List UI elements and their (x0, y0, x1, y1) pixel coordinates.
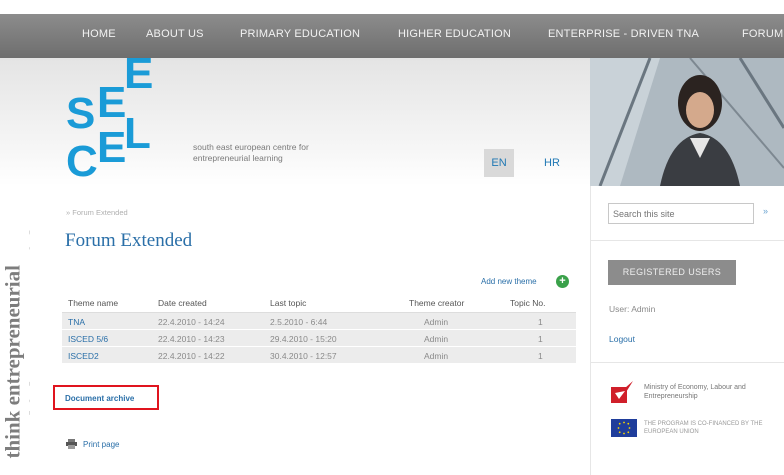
theme-name-link[interactable]: TNA (68, 317, 85, 327)
search-box[interactable] (608, 203, 754, 224)
divider (591, 240, 784, 241)
language-hr[interactable]: HR (537, 149, 567, 177)
svg-text:C: C (66, 137, 98, 184)
seecel-logo[interactable]: S E E C E L (60, 49, 170, 186)
registered-users-heading: REGISTERED USERS (608, 260, 736, 285)
svg-text:E: E (97, 123, 126, 172)
side-banner: think entrepreneurial think entrepreneur… (0, 195, 31, 475)
ministry-logo-icon[interactable] (611, 381, 633, 403)
column-header-theme-name[interactable]: Theme name (68, 298, 118, 308)
breadcrumb[interactable]: » Forum Extended (66, 208, 128, 217)
table-row[interactable]: TNA 22.4.2010 - 14:24 2.5.2010 - 6:44 Ad… (62, 313, 576, 330)
column-header-date-created[interactable]: Date created (158, 298, 207, 308)
nav-home[interactable]: HOME (82, 28, 116, 40)
site-tagline: south east european centre for entrepren… (193, 142, 309, 163)
divider (591, 362, 784, 363)
right-sidebar: » REGISTERED USERS User: Admin Logout Mi… (590, 186, 784, 475)
top-navigation: HOME ABOUT US PRIMARY EDUCATION HIGHER E… (0, 14, 784, 58)
printer-icon (66, 439, 77, 449)
nav-enterprise-driven-tna[interactable]: ENTERPRISE - DRIVEN TNA (548, 28, 699, 40)
nav-primary-education[interactable]: PRIMARY EDUCATION (240, 28, 360, 40)
svg-text:E: E (97, 78, 126, 127)
theme-creator: Admin (424, 317, 449, 327)
theme-name-link[interactable]: ISCED 5/6 (68, 334, 108, 344)
add-new-theme-link[interactable]: Add new theme (481, 277, 537, 286)
date-created: 22.4.2010 - 14:23 (158, 334, 225, 344)
column-header-last-topic[interactable]: Last topic (270, 298, 306, 308)
topic-count: 1 (538, 317, 543, 327)
date-created: 22.4.2010 - 14:24 (158, 317, 225, 327)
column-header-topic-no[interactable]: Topic No. (510, 298, 545, 308)
forum-themes-table: Theme name Date created Last topic Theme… (62, 293, 576, 364)
last-topic: 29.4.2010 - 15:20 (270, 334, 337, 344)
last-topic: 2.5.2010 - 6:44 (270, 317, 328, 327)
table-row[interactable]: ISCED2 22.4.2010 - 14:22 30.4.2010 - 12:… (62, 347, 576, 364)
eu-cofinanced-text: THE PROGRAM IS CO-FINANCED BY THE EUROPE… (644, 421, 763, 435)
side-banner-text: think entrepreneurial (0, 265, 25, 459)
last-topic: 30.4.2010 - 12:57 (270, 351, 337, 361)
svg-text:E: E (124, 58, 153, 98)
current-user: User: Admin (609, 304, 656, 314)
theme-creator: Admin (424, 351, 449, 361)
print-page-link[interactable]: Print page (66, 439, 119, 449)
svg-text:S: S (66, 89, 95, 138)
header-photo (590, 58, 784, 186)
topic-count: 1 (538, 351, 543, 361)
search-input[interactable] (609, 204, 753, 224)
logout-link[interactable]: Logout (609, 334, 635, 344)
table-header: Theme name Date created Last topic Theme… (62, 293, 576, 313)
search-go-button[interactable]: » (763, 206, 768, 216)
column-header-theme-creator[interactable]: Theme creator (409, 298, 464, 308)
document-archive-highlight: Document archive (53, 385, 159, 410)
topic-count: 1 (538, 334, 543, 344)
nav-higher-education[interactable]: HIGHER EDUCATION (398, 28, 511, 40)
nav-forum[interactable]: FORUM (742, 28, 783, 40)
add-icon[interactable]: + (556, 275, 569, 288)
theme-creator: Admin (424, 334, 449, 344)
eu-flag-icon[interactable] (611, 419, 637, 437)
theme-name-link[interactable]: ISCED2 (68, 351, 99, 361)
table-row[interactable]: ISCED 5/6 22.4.2010 - 14:23 29.4.2010 - … (62, 330, 576, 347)
date-created: 22.4.2010 - 14:22 (158, 351, 225, 361)
document-archive-link[interactable]: Document archive (65, 394, 134, 403)
language-en[interactable]: EN (484, 149, 514, 177)
nav-about-us[interactable]: ABOUT US (146, 28, 204, 40)
svg-text:L: L (124, 109, 151, 158)
page-title: Forum Extended (65, 230, 193, 251)
print-page-label[interactable]: Print page (83, 440, 119, 449)
ministry-text[interactable]: Ministry of Economy, Labour and Entrepre… (644, 383, 774, 401)
